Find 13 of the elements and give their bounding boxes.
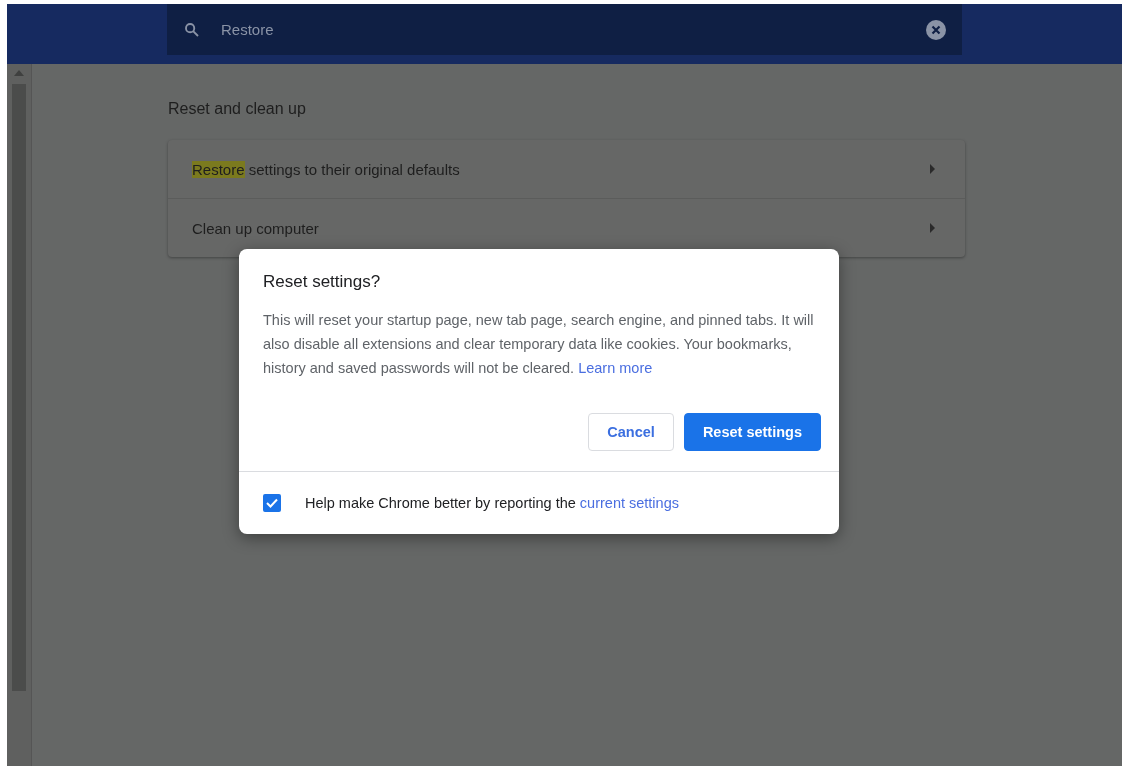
reset-button[interactable]: Reset settings xyxy=(683,413,821,451)
search-text: Restore xyxy=(221,21,275,38)
row-label: Restore settings to their original defaults xyxy=(192,160,460,178)
current-settings-link[interactable]: current settings xyxy=(579,495,679,511)
learn-more-link[interactable]: Learn more xyxy=(578,360,653,376)
cancel-button[interactable]: Cancel xyxy=(588,413,674,451)
checkbox-label: Help make Chrome better by reporting the current settings xyxy=(305,495,679,511)
dialog-title: Reset settings? xyxy=(262,271,382,292)
search-field[interactable]: Restore xyxy=(167,4,962,55)
settings-row[interactable]: Restore settings to their original defaults xyxy=(168,140,965,198)
section-title: Reset and clean up xyxy=(168,100,307,118)
dialog-message: This will reset your startup page, new tab page, search engine, and pinned tabs. It will also disable all extensions and clear temporary data like cookies. Your bookmarks, history and saved passwords will not be cleared. Learn more xyxy=(262,311,815,378)
row-label: Clean up computer xyxy=(192,219,319,237)
